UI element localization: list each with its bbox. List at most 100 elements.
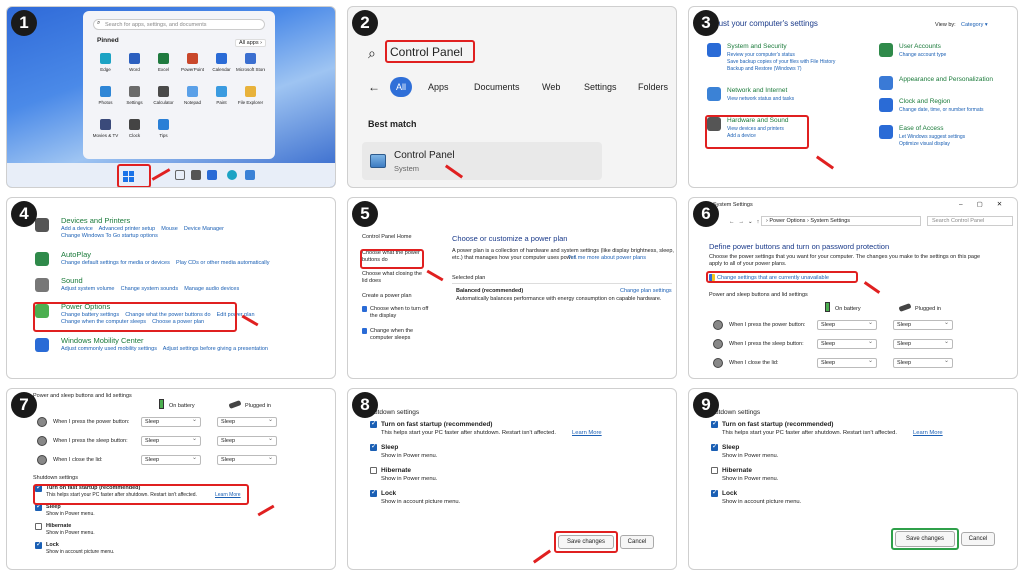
category-link[interactable]: View network status and tasks	[727, 96, 794, 102]
address-bar[interactable]: › Power Options › System Settings	[761, 216, 921, 226]
category-link[interactable]: Review your computer's status	[727, 52, 795, 58]
power-sidebar-link[interactable]: Change when the computer sleeps	[370, 328, 432, 342]
option-checkbox[interactable]	[35, 540, 42, 549]
learn-more-link[interactable]: Learn More	[913, 430, 943, 436]
pinned-app[interactable]: Word	[120, 51, 149, 81]
item-links-2[interactable]: Change Windows To Go startup options	[61, 233, 158, 239]
best-match-result[interactable]: Control Panel System	[362, 142, 602, 180]
option-checkbox[interactable]	[370, 467, 377, 474]
item-title[interactable]: Devices and Printers	[61, 216, 130, 225]
battery-action-select[interactable]: Sleep	[141, 435, 201, 446]
cancel-button[interactable]: Cancel	[620, 535, 654, 549]
item-links[interactable]: Change default settings for media or dev…	[61, 260, 270, 266]
category-title[interactable]: Ease of Access	[899, 125, 943, 132]
option-checkbox[interactable]	[370, 419, 377, 428]
battery-action-select[interactable]: Sleep	[817, 357, 877, 368]
nav-arrows[interactable]: ←→⌄↑	[729, 219, 763, 225]
pinned-app[interactable]: File Explorer	[236, 84, 265, 114]
pinned-app[interactable]: Microsoft Store	[236, 51, 265, 81]
category-link[interactable]: Change account type	[899, 52, 946, 58]
control-panel-home-link[interactable]: Control Panel Home	[362, 234, 412, 240]
category-link[interactable]: Backup and Restore (Windows 7)	[727, 66, 801, 72]
option-checkbox[interactable]	[35, 523, 42, 530]
search-taskbar-icon[interactable]	[175, 170, 185, 180]
step-3-panel: 3 Adjust your computer's settings View b…	[688, 6, 1018, 188]
plugged-action-select[interactable]: Sleep	[217, 435, 277, 446]
app-icon	[245, 53, 256, 64]
view-by-select[interactable]: Category ▾	[961, 22, 988, 28]
app-icon	[129, 119, 140, 130]
pinned-app[interactable]: Tips	[149, 117, 178, 147]
battery-action-select[interactable]: Sleep	[141, 454, 201, 465]
pinned-app[interactable]: Photos	[91, 84, 120, 114]
category-link[interactable]: Save backup copies of your files with Fi…	[727, 59, 835, 65]
taskview-icon[interactable]	[191, 170, 201, 180]
power-plans-help-link[interactable]: Tell me more about power plans	[568, 255, 646, 261]
category-title[interactable]: Network and Internet	[727, 87, 787, 94]
control-panel-search-input[interactable]: Search Control Panel	[927, 216, 1013, 226]
category-title[interactable]: User Accounts	[899, 43, 941, 50]
pinned-app[interactable]: Calendar	[207, 51, 236, 81]
tab-apps[interactable]: Apps	[424, 77, 453, 97]
hardware-sound-list: Devices and Printers Add a device Advance…	[35, 216, 335, 376]
category-title[interactable]: Appearance and Personalization	[899, 76, 993, 83]
item-links[interactable]: Add a device Advanced printer setup Mous…	[61, 226, 224, 232]
plugged-action-select[interactable]: Sleep	[217, 454, 277, 465]
category-link[interactable]: Let Windows suggest settings	[899, 134, 965, 140]
pinned-app[interactable]: Clock	[120, 117, 149, 147]
category-title[interactable]: System and Security	[727, 43, 787, 50]
option-checkbox[interactable]	[711, 419, 718, 428]
explorer-icon[interactable]	[245, 170, 255, 180]
category-link[interactable]: Optimize visual display	[899, 141, 950, 147]
pinned-app[interactable]: Settings	[120, 84, 149, 114]
item-links[interactable]: Adjust system volume Change system sound…	[61, 286, 239, 292]
plugged-action-select[interactable]: Sleep	[893, 319, 953, 330]
battery-action-select[interactable]: Sleep	[817, 319, 877, 330]
power-buttons-description: Choose the power settings that you want …	[709, 254, 981, 267]
cancel-button[interactable]: Cancel	[961, 532, 995, 546]
item-title[interactable]: AutoPlay	[61, 250, 91, 259]
power-sidebar-link[interactable]: Choose when to turn off the display	[370, 306, 432, 320]
pinned-app[interactable]: Calculator	[149, 84, 178, 114]
category-title[interactable]: Clock and Region	[899, 98, 950, 105]
control-panel-icon	[370, 154, 386, 168]
edge-icon[interactable]	[227, 170, 237, 180]
tab-documents[interactable]: Documents	[470, 77, 524, 97]
tab-settings[interactable]: Settings	[580, 77, 621, 97]
option-checkbox[interactable]	[711, 488, 718, 497]
battery-action-select[interactable]: Sleep	[817, 338, 877, 349]
battery-action-select[interactable]: Sleep	[141, 416, 201, 427]
pinned-app[interactable]: PowerPoint	[178, 51, 207, 81]
row-icon	[713, 339, 723, 349]
window-controls[interactable]: –▢✕	[959, 200, 1016, 208]
pinned-app[interactable]: Notepad	[178, 84, 207, 114]
all-apps-button[interactable]: All apps ›	[235, 39, 266, 47]
pinned-app[interactable]: Excel	[149, 51, 178, 81]
start-search-input[interactable]: ⌕ Search for apps, settings, and documen…	[93, 19, 265, 30]
pinned-app[interactable]: Edge	[91, 51, 120, 81]
pinned-app[interactable]: Movies & TV	[91, 117, 120, 147]
option-checkbox[interactable]	[711, 467, 718, 474]
plugged-action-select[interactable]: Sleep	[217, 416, 277, 427]
item-title[interactable]: Sound	[61, 276, 83, 285]
tab-web[interactable]: Web	[538, 77, 564, 97]
change-plan-settings-link[interactable]: Change plan settings	[620, 288, 672, 294]
option-desc: Show in Power menu.	[722, 453, 779, 459]
item-links[interactable]: Adjust commonly used mobility settings A…	[61, 346, 268, 352]
plugged-action-select[interactable]: Sleep	[893, 338, 953, 349]
option-checkbox[interactable]	[370, 488, 377, 497]
power-sidebar-link[interactable]: Choose what closing the lid does	[362, 271, 424, 285]
category-link[interactable]: Change date, time, or number formats	[899, 107, 984, 113]
store-icon[interactable]	[207, 170, 217, 180]
option-checkbox[interactable]	[35, 502, 42, 511]
tab-all[interactable]: All	[390, 77, 413, 97]
tab-folders[interactable]: Folders	[634, 77, 672, 97]
option-checkbox[interactable]	[711, 442, 718, 451]
pinned-app[interactable]: Paint	[207, 84, 236, 114]
learn-more-link[interactable]: Learn More	[572, 430, 602, 436]
plugged-action-select[interactable]: Sleep	[893, 357, 953, 368]
back-arrow-icon[interactable]: ←	[368, 80, 380, 94]
power-sidebar-link[interactable]: Create a power plan	[362, 293, 424, 300]
item-title[interactable]: Windows Mobility Center	[61, 336, 144, 345]
option-checkbox[interactable]	[370, 442, 377, 451]
